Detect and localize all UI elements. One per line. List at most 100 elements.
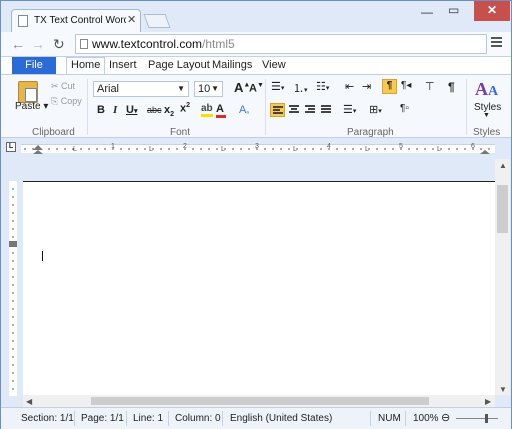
right-to-left-icon[interactable]: ¶◂ xyxy=(401,80,411,91)
ruler-number: 2 xyxy=(183,143,187,150)
tab-file[interactable]: File xyxy=(12,57,56,74)
status-section: Section: 1/1 xyxy=(21,413,74,424)
paragraph-format-icon[interactable]: ⊤ xyxy=(425,80,435,93)
tab-stop-marker[interactable]: L xyxy=(365,146,369,153)
browser-menu-icon[interactable] xyxy=(491,37,502,47)
justify-icon[interactable] xyxy=(319,103,333,117)
reload-icon[interactable]: ↻ xyxy=(53,36,65,52)
zoom-slider[interactable] xyxy=(456,418,498,419)
numbering-icon[interactable]: ⒈▾ xyxy=(293,80,308,96)
styles-icon[interactable]: AA xyxy=(475,79,498,100)
font-size-value: 10 xyxy=(198,83,211,95)
clear-formatting-icon[interactable]: Aₐ xyxy=(239,104,249,116)
vertical-ruler[interactable] xyxy=(9,181,17,396)
bullets-icon[interactable]: ☰▾ xyxy=(271,80,284,93)
zoom-slider-handle[interactable] xyxy=(485,414,488,423)
browser-tab[interactable]: TX Text Control Words HT ✕ xyxy=(11,9,141,32)
cut-label: Cut xyxy=(61,81,76,91)
status-language[interactable]: English (United States) xyxy=(230,413,332,424)
tab-stop-selector[interactable]: L xyxy=(6,142,16,152)
left-to-right-icon[interactable]: ¶ xyxy=(382,79,397,94)
new-tab-button[interactable] xyxy=(143,14,171,28)
font-size-select[interactable]: 10 ▼ xyxy=(194,81,223,97)
maximize-icon[interactable]: ▭ xyxy=(448,3,459,17)
status-divider xyxy=(168,411,169,426)
tab-insert[interactable]: Insert xyxy=(109,59,137,71)
status-divider xyxy=(126,411,127,426)
borders-icon[interactable]: ⊞▾ xyxy=(369,103,382,116)
clipboard-group-label: Clipboard xyxy=(32,127,75,138)
url-path: /html5 xyxy=(202,37,235,51)
group-divider xyxy=(265,79,266,135)
url-host: www.textcontrol.com xyxy=(92,37,203,51)
paste-button[interactable]: Paste ▾ xyxy=(15,101,48,112)
scroll-down-icon[interactable]: ▼ xyxy=(499,385,507,394)
tab-stop-marker[interactable]: L xyxy=(221,146,225,153)
tab-title: TX Text Control Words HT xyxy=(34,15,126,26)
shrink-font-icon[interactable]: A▼ xyxy=(249,82,264,95)
vertical-scroll-thumb[interactable] xyxy=(497,185,508,233)
increase-indent-icon[interactable]: ⇥ xyxy=(362,80,371,93)
multilevel-list-icon[interactable]: ☷▾ xyxy=(316,80,329,93)
paste-icon[interactable] xyxy=(18,81,38,103)
paragraph-group-label: Paragraph xyxy=(347,127,394,138)
font-group-label: Font xyxy=(170,127,191,138)
tab-stop-marker[interactable]: L xyxy=(293,146,297,153)
status-divider xyxy=(370,411,371,426)
font-family-select[interactable]: Arial ▼ xyxy=(93,81,189,97)
document-icon xyxy=(18,15,28,27)
superscript-icon[interactable]: x2 xyxy=(180,102,190,115)
subscript-icon[interactable]: x2 xyxy=(164,104,174,118)
styles-group-label: Styles xyxy=(473,127,501,138)
page-icon xyxy=(80,39,88,49)
ruler-number: 3 xyxy=(255,143,259,150)
status-divider xyxy=(405,411,406,426)
font-color-icon[interactable]: A xyxy=(216,103,226,118)
copy-label: Copy xyxy=(60,96,82,106)
grow-font-icon[interactable]: A▲ xyxy=(234,80,250,95)
status-column: Column: 0 xyxy=(175,413,221,424)
group-divider xyxy=(87,79,88,135)
strikethrough-icon[interactable]: abc xyxy=(147,105,162,115)
tab-mailings[interactable]: Mailings xyxy=(212,59,252,71)
decrease-indent-icon[interactable]: ⇤ xyxy=(345,80,354,93)
tab-page-layout[interactable]: Page Layout xyxy=(148,59,210,71)
vertical-scrollbar[interactable]: ▲ ▼ xyxy=(495,159,510,395)
align-left-icon[interactable] xyxy=(270,103,285,117)
align-center-icon[interactable] xyxy=(287,103,301,117)
scroll-left-icon[interactable]: ◀ xyxy=(26,397,32,406)
line-spacing-icon[interactable]: ☰▾ xyxy=(343,103,356,116)
font-family-value: Arial xyxy=(97,83,120,95)
tab-home[interactable]: Home xyxy=(66,57,106,74)
zoom-out-icon[interactable]: ⊖ xyxy=(441,411,450,424)
bold-icon[interactable]: B xyxy=(97,104,105,116)
highlight-color-icon[interactable]: ab xyxy=(201,103,213,117)
status-line: Line: 1 xyxy=(133,413,164,424)
horizontal-ruler[interactable]: 1 2 3 4 5 6 L L L L L L xyxy=(21,143,495,154)
horizontal-scrollbar[interactable]: ◀ ▶ xyxy=(23,395,495,407)
tab-view[interactable]: View xyxy=(262,59,286,71)
scroll-right-icon[interactable]: ▶ xyxy=(485,397,491,406)
tab-stop-marker[interactable]: L xyxy=(149,146,153,153)
italic-icon[interactable]: I xyxy=(113,104,117,116)
forward-arrow-icon[interactable]: → xyxy=(31,36,45,52)
close-tab-icon[interactable]: ✕ xyxy=(127,13,136,26)
tab-stop-marker[interactable]: L xyxy=(437,146,441,153)
scroll-up-icon[interactable]: ▲ xyxy=(499,161,507,170)
underline-icon[interactable]: U▾ xyxy=(126,104,137,116)
document-page[interactable] xyxy=(23,181,495,401)
minimize-icon[interactable]: — xyxy=(421,5,433,19)
horizontal-scroll-thumb[interactable] xyxy=(91,397,429,405)
chevron-down-icon: ▼ xyxy=(211,84,219,93)
align-right-icon[interactable] xyxy=(303,103,317,117)
back-arrow-icon[interactable]: ← xyxy=(11,36,25,52)
tab-stop-marker[interactable]: L xyxy=(73,146,77,153)
cut-button[interactable]: ✂ Cut xyxy=(51,81,75,92)
show-marks-icon[interactable]: ¶ xyxy=(448,80,455,94)
ribbon: Paste ▾ ✂ Cut ⎘ Copy Clipboard Arial ▼ 1… xyxy=(1,74,511,138)
close-window-button[interactable]: ✕ xyxy=(474,1,510,21)
address-bar[interactable]: www.textcontrol.com/html5 xyxy=(75,34,487,54)
zoom-level: 100% xyxy=(413,413,439,424)
copy-button[interactable]: ⎘ Copy xyxy=(51,96,82,107)
paragraph-settings-icon[interactable]: ¶▫ xyxy=(400,103,409,114)
